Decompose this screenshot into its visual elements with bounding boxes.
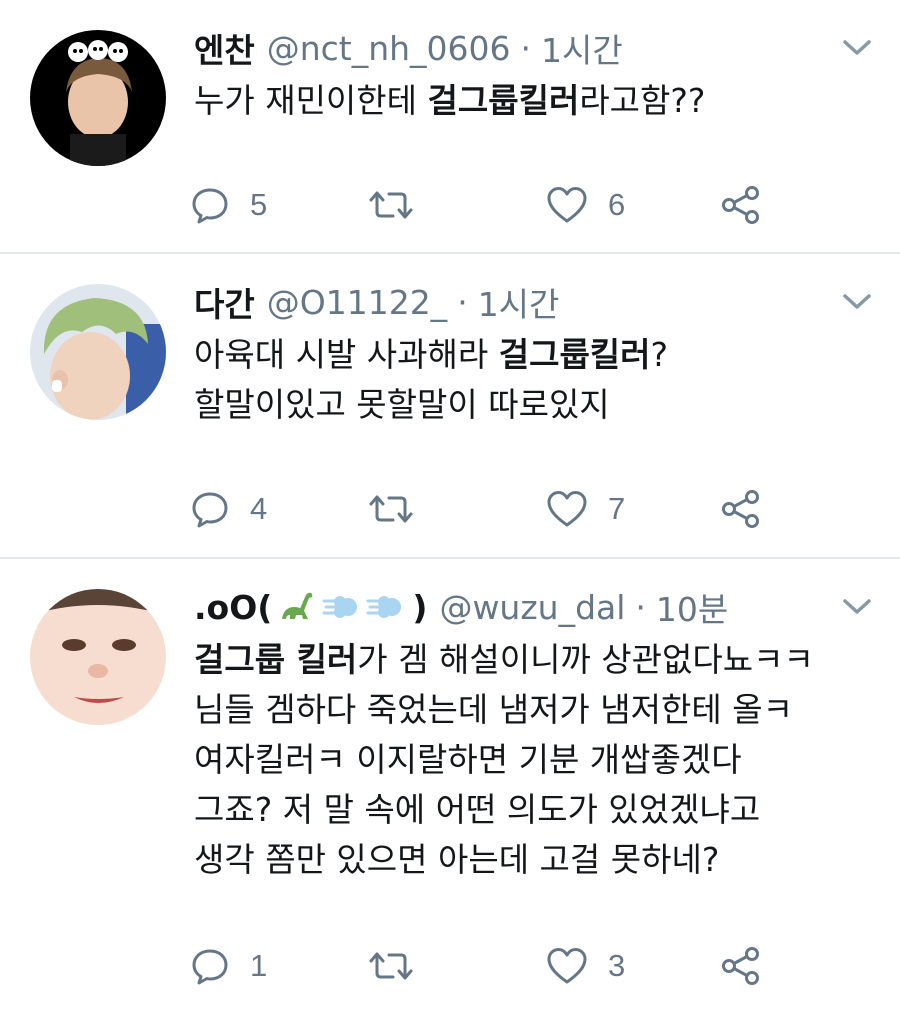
chevron-down-icon[interactable] (842, 292, 872, 312)
avatar[interactable] (30, 589, 166, 725)
timestamp[interactable]: 1시간 (541, 24, 623, 72)
timestamp[interactable]: 1시간 (478, 278, 560, 326)
text-line: 생각 쫌만 있으면 아는데 고걸 못하네? (194, 835, 814, 885)
timestamp[interactable]: 10분 (656, 583, 728, 631)
share-icon (722, 947, 759, 985)
action-bar: 4 7 (190, 487, 870, 531)
reply-icon (192, 949, 228, 985)
text-segment: 여자킬러ㅋ 이지랄하면 기분 개쌉좋겠다 (194, 740, 742, 779)
sauropod-emoji-icon (282, 592, 313, 619)
heart-icon (547, 491, 587, 527)
display-name[interactable]: 다간 (194, 278, 255, 326)
text-segment: 생각 쫌만 있으면 아는데 고걸 못하네? (194, 840, 720, 879)
reply-count: 1 (250, 948, 268, 983)
reply-button[interactable]: 4 (190, 487, 267, 531)
tweet[interactable]: 다간 @O11122_ · 1시간 아육대 시발 사과해라 걸그룹킬러? 할말이… (0, 254, 900, 559)
like-button[interactable]: 3 (546, 944, 625, 988)
reply-count: 5 (250, 187, 268, 222)
avatar-image (30, 284, 166, 420)
text-segment-bold: 걸그룹 킬러 (194, 640, 358, 679)
retweet-icon (369, 191, 413, 219)
retweet-button[interactable] (368, 183, 414, 227)
separator-dot: · (635, 587, 646, 627)
tweet-header: 엔찬 @nct_nh_0606 · 1시간 (194, 24, 623, 72)
text-line: 여자킬러ㅋ 이지랄하면 기분 개쌉좋겠다 (194, 735, 814, 785)
retweet-button[interactable] (368, 944, 414, 988)
share-button[interactable] (720, 183, 762, 227)
retweet-icon (369, 495, 413, 523)
text-segment: ? (650, 335, 669, 374)
tweet-text: 누가 재민이한테 걸그룹킬러라고함?? (194, 76, 705, 126)
tweet-header: 다간 @O11122_ · 1시간 (194, 278, 559, 326)
avatar[interactable] (30, 30, 166, 166)
display-name[interactable]: .oO() (194, 588, 427, 627)
reply-icon (192, 492, 228, 528)
share-icon (722, 490, 759, 528)
share-button[interactable] (720, 487, 762, 531)
avatar[interactable] (30, 284, 166, 420)
user-handle[interactable]: @wuzu_dal (439, 588, 625, 627)
text-segment: 할말이있고 못할말이 따로있지 (194, 385, 610, 424)
user-handle[interactable]: @O11122_ (267, 283, 447, 322)
text-segment-bold: 걸그룹킬러 (427, 81, 580, 120)
tweet[interactable]: .oO() @wuzu_dal · 10분 걸그룹 킬러가 겜 해설이니까 상… (0, 559, 900, 1021)
text-segment-bold: 걸그룹킬러 (498, 335, 651, 374)
heart-icon (547, 948, 587, 984)
tweet-text: 걸그룹 킬러가 겜 해설이니까 상관없다뇨ㅋㅋ 님들 겜하다 죽었는데 냄저가 … (194, 635, 814, 885)
text-line: 아육대 시발 사과해라 걸그룹킬러? (194, 330, 668, 380)
emoji-group (278, 589, 406, 625)
share-icon (722, 186, 759, 224)
reply-icon (192, 188, 228, 224)
share-button[interactable] (720, 944, 762, 988)
tweet-header: .oO() @wuzu_dal · 10분 (194, 583, 728, 631)
display-name-prefix: .oO( (194, 587, 273, 627)
text-line: 할말이있고 못할말이 따로있지 (194, 380, 668, 430)
like-button[interactable]: 7 (546, 487, 625, 531)
text-segment: 아육대 시발 사과해라 (194, 335, 499, 374)
retweet-icon (369, 952, 413, 980)
chevron-down-icon[interactable] (842, 38, 872, 58)
text-line: 님들 겜하다 죽었는데 냄저가 냄저한테 올ㅋ (194, 685, 814, 735)
text-segment: 가 겜 해설이니까 상관없다뇨ㅋㅋ (357, 640, 814, 679)
text-line: 걸그룹 킬러가 겜 해설이니까 상관없다뇨ㅋㅋ (194, 635, 814, 685)
tweet-text: 아육대 시발 사과해라 걸그룹킬러? 할말이있고 못할말이 따로있지 (194, 330, 668, 430)
avatar-image (30, 589, 166, 725)
like-count: 7 (608, 491, 626, 526)
text-segment: 누가 재민이한테 (194, 81, 428, 120)
reply-button[interactable]: 5 (190, 183, 267, 227)
text-segment: 님들 겜하다 죽었는데 냄저가 냄저한테 올ㅋ (194, 690, 793, 729)
avatar-image (30, 30, 166, 166)
like-count: 3 (608, 948, 626, 983)
text-segment: 라고함?? (579, 81, 706, 120)
reply-button[interactable]: 1 (190, 944, 267, 988)
like-button[interactable]: 6 (546, 183, 625, 227)
retweet-button[interactable] (368, 487, 414, 531)
separator-dot: · (457, 282, 468, 322)
reply-count: 4 (250, 491, 268, 526)
heart-icon (547, 187, 587, 223)
user-handle[interactable]: @nct_nh_0606 (267, 29, 511, 68)
chevron-down-icon[interactable] (842, 597, 872, 617)
text-segment: 그죠? 저 말 속에 어떤 의도가 있었겠냐고 (194, 790, 761, 829)
text-line: 그죠? 저 말 속에 어떤 의도가 있었겠냐고 (194, 785, 814, 835)
timeline: 엔찬 @nct_nh_0606 · 1시간 누가 재민이한테 걸그룹킬러라고함?… (0, 0, 900, 1024)
display-name-suffix: ) (412, 587, 428, 627)
dash-emoji-icon (366, 596, 402, 618)
display-name[interactable]: 엔찬 (194, 24, 255, 72)
action-bar: 1 3 (190, 944, 870, 988)
action-bar: 5 6 (190, 183, 870, 227)
dash-emoji-icon (322, 596, 358, 618)
text-line: 누가 재민이한테 걸그룹킬러라고함?? (194, 76, 705, 126)
tweet[interactable]: 엔찬 @nct_nh_0606 · 1시간 누가 재민이한테 걸그룹킬러라고함?… (0, 0, 900, 254)
separator-dot: · (520, 28, 532, 68)
like-count: 6 (608, 187, 626, 222)
